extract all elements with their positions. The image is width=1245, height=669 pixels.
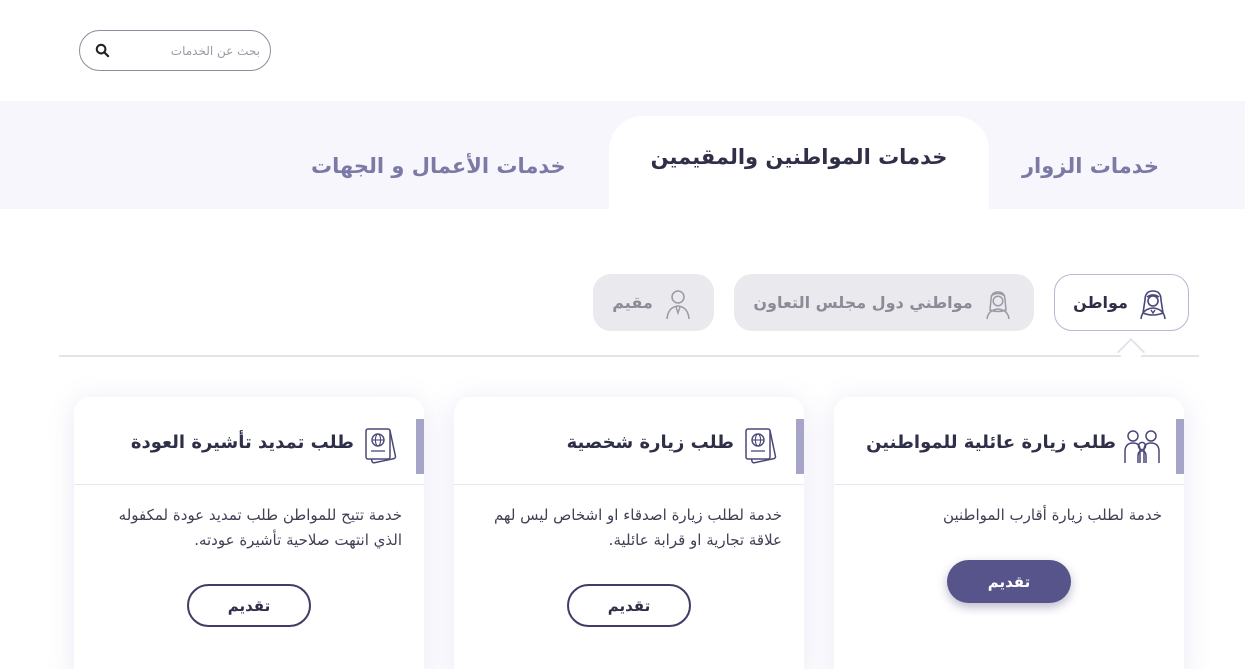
audience-gcc-citizen-button[interactable]: مواطني دول مجلس التعاون — [734, 274, 1034, 331]
search-input[interactable] — [120, 39, 260, 62]
family-icon — [1124, 430, 1160, 463]
service-card-family-visit: طلب زيارة عائلية للمواطنين خدمة لطلب زيا… — [834, 397, 1184, 669]
card-title: طلب زيارة عائلية للمواطنين — [866, 432, 1116, 453]
passport-icon — [365, 428, 397, 464]
tab-business-services[interactable]: خدمات الأعمال و الجهات — [311, 154, 566, 178]
resident-icon — [666, 289, 690, 319]
search-box[interactable] — [79, 30, 271, 71]
passport-icon — [745, 428, 777, 464]
audience-resident-button[interactable]: مقيم — [593, 274, 714, 331]
card-accent-bar — [796, 419, 804, 474]
apply-button[interactable]: تقديم — [947, 560, 1071, 603]
card-description: خدمة تتيح للمواطن طلب تمديد عودة لمكفوله… — [118, 506, 402, 549]
card-title: طلب تمديد تأشيرة العودة — [130, 432, 354, 453]
citizen-icon — [1140, 289, 1166, 319]
card-title: طلب زيارة شخصية — [566, 432, 734, 453]
card-separator — [454, 484, 804, 485]
gcc-citizen-icon — [985, 290, 1010, 319]
service-card-personal-visit: طلب زيارة شخصية خدمة لطلب زيارة اصدقاء ا… — [454, 397, 804, 669]
apply-button[interactable]: تقديم — [567, 584, 691, 627]
card-header: طلب زيارة عائلية للمواطنين — [834, 419, 1184, 474]
apply-button[interactable]: تقديم — [187, 584, 311, 627]
search-icon[interactable] — [95, 43, 110, 58]
card-description: خدمة لطلب زيارة أقارب المواطنين — [943, 506, 1162, 524]
audience-citizen-button[interactable]: مواطن — [1054, 274, 1189, 331]
card-header: طلب تمديد تأشيرة العودة — [74, 419, 424, 474]
audience-citizen-label: مواطن — [1073, 293, 1128, 312]
card-separator — [834, 484, 1184, 485]
tab-citizens-residents-services[interactable]: خدمات المواطنين والمقيمين — [609, 145, 989, 169]
audience-gcc-citizen-label: مواطني دول مجلس التعاون — [753, 293, 973, 312]
service-card-return-visa-extension: طلب تمديد تأشيرة العودة خدمة تتيح للمواط… — [74, 397, 424, 669]
audience-resident-label: مقيم — [612, 293, 653, 312]
card-header: طلب زيارة شخصية — [454, 419, 804, 474]
card-accent-bar — [416, 419, 424, 474]
card-separator — [74, 484, 424, 485]
card-description: خدمة لطلب زيارة اصدقاء او اشخاص ليس لهم … — [493, 506, 782, 549]
audience-divider — [59, 355, 1199, 357]
tab-visitors-services[interactable]: خدمات الزوار — [1022, 154, 1159, 178]
card-accent-bar — [1176, 419, 1184, 474]
active-audience-pointer — [1116, 337, 1146, 367]
